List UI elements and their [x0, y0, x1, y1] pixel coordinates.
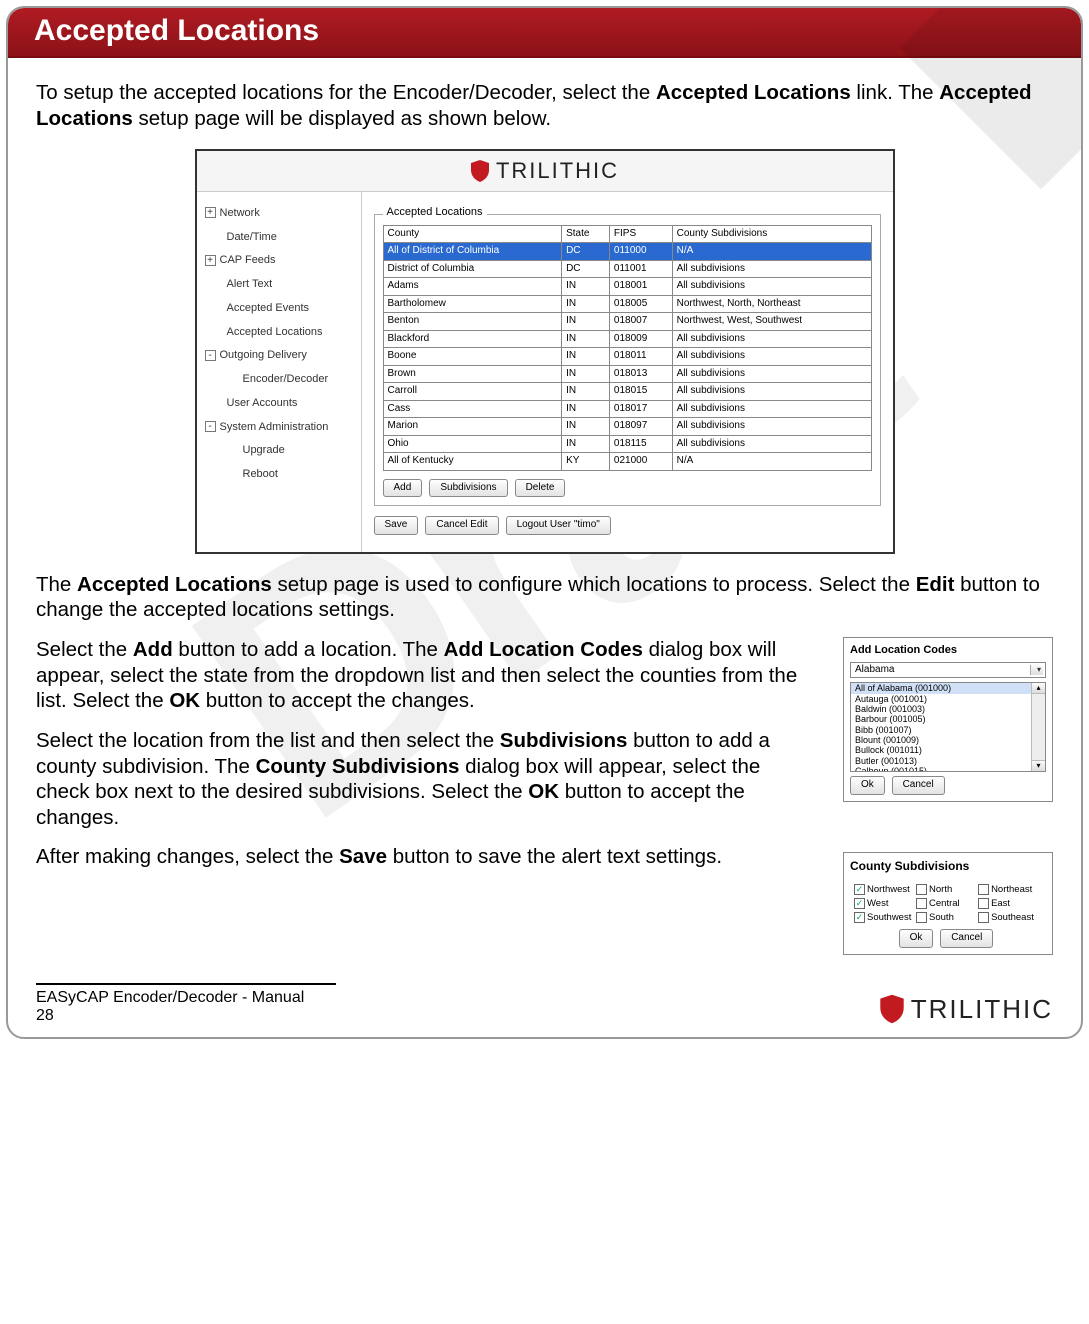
paragraph-save: After making changes, select the Save bu… [36, 844, 815, 870]
county-subdivisions-dialog: County Subdivisions ✓NorthwestNorthNorth… [843, 852, 1053, 955]
cancel-edit-button[interactable]: Cancel Edit [425, 516, 498, 535]
shield-icon [470, 160, 490, 182]
nav-item[interactable]: Accepted Events [203, 297, 355, 321]
table-row[interactable]: OhioIN018115All subdivisions [383, 435, 871, 453]
brand-text: TRILITHIC [496, 157, 619, 185]
dialog-title: County Subdivisions [850, 859, 1046, 874]
checkbox-option[interactable]: North [916, 884, 978, 896]
nav-item[interactable]: -Outgoing Delivery [203, 344, 355, 368]
nav-item[interactable]: Upgrade [203, 439, 355, 463]
state-dropdown[interactable]: Alabama [850, 662, 1046, 679]
scrollbar[interactable] [1031, 683, 1045, 771]
column-header[interactable]: County [383, 225, 562, 243]
county-listbox[interactable]: All of Alabama (001000)Autauga (001001)B… [850, 682, 1046, 772]
checkbox-icon[interactable]: ✓ [854, 884, 865, 895]
expand-icon[interactable]: - [205, 421, 216, 432]
nav-item[interactable]: Reboot [203, 463, 355, 487]
nav-item[interactable]: -System Administration [203, 416, 355, 440]
page-title: Accepted Locations [34, 14, 319, 47]
checkbox-option[interactable]: Central [916, 898, 978, 910]
nav-item[interactable]: Accepted Locations [203, 321, 355, 345]
delete-button[interactable]: Delete [515, 479, 566, 498]
checkbox-option[interactable]: South [916, 912, 978, 924]
list-item[interactable]: Bibb (001007) [851, 725, 1045, 735]
locations-table[interactable]: CountyStateFIPSCounty Subdivisions All o… [383, 225, 872, 471]
table-row[interactable]: MarionIN018097All subdivisions [383, 418, 871, 436]
expand-icon[interactable]: + [205, 207, 216, 218]
fieldset-legend: Accepted Locations [383, 206, 487, 220]
app-screenshot: TRILITHIC +NetworkDate/Time+CAP FeedsAle… [195, 149, 895, 554]
checkbox-option[interactable]: ✓Northwest [854, 884, 916, 896]
page-number: 28 [36, 1007, 336, 1025]
checkbox-icon[interactable]: ✓ [854, 898, 865, 909]
paragraph-add: Select the Add button to add a location.… [36, 637, 815, 714]
nav-item[interactable]: +CAP Feeds [203, 249, 355, 273]
checkbox-icon[interactable] [916, 884, 927, 895]
product-name: EASyCAP Encoder/Decoder - Manual [36, 989, 336, 1007]
table-row[interactable]: CarrollIN018015All subdivisions [383, 383, 871, 401]
paragraph-config: The Accepted Locations setup page is use… [36, 572, 1053, 623]
checkbox-option[interactable]: East [978, 898, 1040, 910]
brand-text: TRILITHIC [911, 994, 1053, 1025]
expand-icon[interactable]: + [205, 255, 216, 266]
checkbox-icon[interactable] [978, 884, 989, 895]
logout-button[interactable]: Logout User "timo" [506, 516, 611, 535]
expand-icon[interactable]: - [205, 350, 216, 361]
footer-brand: TRILITHIC [879, 994, 1053, 1025]
table-row[interactable]: BrownIN018013All subdivisions [383, 365, 871, 383]
table-row[interactable]: BartholomewIN018005Northwest, North, Nor… [383, 295, 871, 313]
page-footer: EASyCAP Encoder/Decoder - Manual 28 TRIL… [8, 975, 1081, 1025]
cancel-button[interactable]: Cancel [892, 776, 945, 795]
list-item[interactable]: Bullock (001011) [851, 745, 1045, 755]
checkbox-icon[interactable] [916, 912, 927, 923]
save-button[interactable]: Save [374, 516, 419, 535]
add-button[interactable]: Add [383, 479, 423, 498]
checkbox-option[interactable]: Northeast [978, 884, 1040, 896]
shield-icon [879, 994, 905, 1024]
list-item[interactable]: All of Alabama (001000) [851, 683, 1045, 693]
nav-item[interactable]: User Accounts [203, 392, 355, 416]
table-row[interactable]: CassIN018017All subdivisions [383, 400, 871, 418]
paragraph-subdivisions: Select the location from the list and th… [36, 728, 815, 831]
intro-paragraph: To setup the accepted locations for the … [36, 80, 1053, 131]
list-item[interactable]: Autauga (001001) [851, 694, 1045, 704]
table-row[interactable]: District of ColumbiaDC011001All subdivis… [383, 260, 871, 278]
table-row[interactable]: BentonIN018007Northwest, West, Southwest [383, 313, 871, 331]
checkbox-option[interactable]: ✓West [854, 898, 916, 910]
column-header[interactable]: County Subdivisions [672, 225, 871, 243]
nav-item[interactable]: Encoder/Decoder [203, 368, 355, 392]
accepted-locations-fieldset: Accepted Locations CountyStateFIPSCounty… [374, 214, 881, 507]
table-row[interactable]: BooneIN018011All subdivisions [383, 348, 871, 366]
table-row[interactable]: All of KentuckyKY021000N/A [383, 453, 871, 471]
page-title-bar: Accepted Locations [8, 8, 1081, 58]
list-item[interactable]: Baldwin (001003) [851, 704, 1045, 714]
checkbox-icon[interactable] [916, 898, 927, 909]
list-item[interactable]: Blount (001009) [851, 735, 1045, 745]
table-row[interactable]: All of District of ColumbiaDC011000N/A [383, 243, 871, 261]
list-item[interactable]: Calhoun (001015) [851, 766, 1045, 772]
checkbox-icon[interactable] [978, 912, 989, 923]
add-location-codes-dialog: Add Location Codes Alabama All of Alabam… [843, 637, 1053, 802]
nav-item[interactable]: +Network [203, 202, 355, 226]
app-brand-bar: TRILITHIC [197, 151, 893, 192]
checkbox-icon[interactable] [978, 898, 989, 909]
ok-button[interactable]: Ok [850, 776, 885, 795]
nav-tree: +NetworkDate/Time+CAP FeedsAlert TextAcc… [197, 192, 362, 552]
column-header[interactable]: FIPS [609, 225, 672, 243]
dialog-title: Add Location Codes [850, 644, 1046, 658]
list-item[interactable]: Barbour (001005) [851, 714, 1045, 724]
list-item[interactable]: Butler (001013) [851, 756, 1045, 766]
table-row[interactable]: AdamsIN018001All subdivisions [383, 278, 871, 296]
subdivisions-button[interactable]: Subdivisions [429, 479, 507, 498]
ok-button[interactable]: Ok [899, 929, 934, 948]
checkbox-option[interactable]: Southeast [978, 912, 1040, 924]
checkbox-option[interactable]: ✓Southwest [854, 912, 916, 924]
cancel-button[interactable]: Cancel [940, 929, 993, 948]
table-row[interactable]: BlackfordIN018009All subdivisions [383, 330, 871, 348]
column-header[interactable]: State [562, 225, 610, 243]
checkbox-icon[interactable]: ✓ [854, 912, 865, 923]
nav-item[interactable]: Alert Text [203, 273, 355, 297]
nav-item[interactable]: Date/Time [203, 226, 355, 250]
